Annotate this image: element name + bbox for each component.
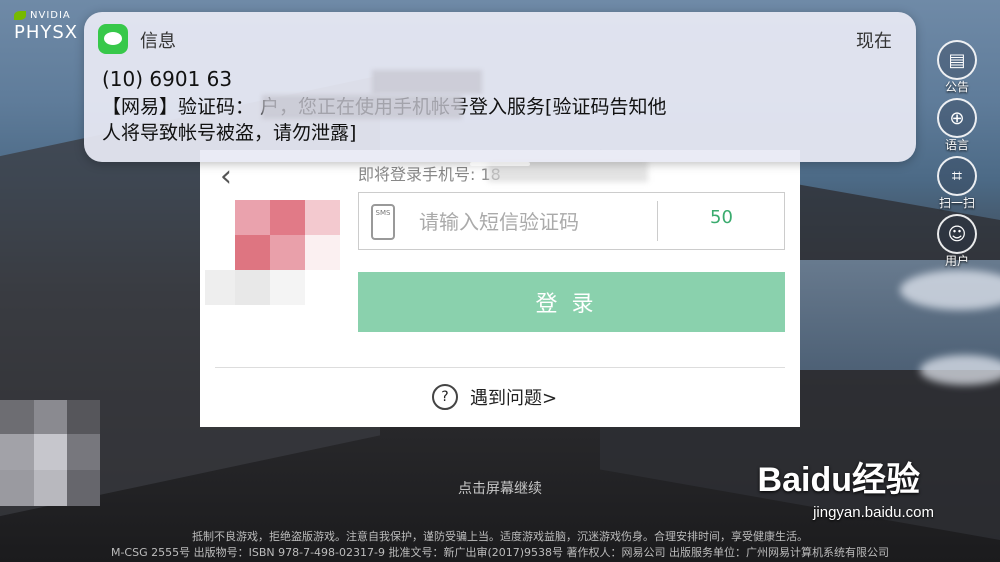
scan-icon: ⌗ xyxy=(937,156,977,196)
language-label: 语言 xyxy=(944,138,969,152)
language-button[interactable]: ⊕ 语言 xyxy=(934,98,980,153)
nvidia-physx-logo: NVIDIA PHYSX xyxy=(14,10,84,43)
back-chevron-icon[interactable]: ‹ xyxy=(220,162,232,192)
code-blur xyxy=(262,95,462,119)
baidu-watermark-url: jingyan.baidu.com xyxy=(813,504,934,521)
sms-icon-text: SMS xyxy=(375,209,391,217)
notice-button[interactable]: ▤ 公告 xyxy=(934,40,980,95)
sms-code-input[interactable] xyxy=(417,199,651,245)
nvidia-eye-icon xyxy=(14,11,26,20)
input-divider xyxy=(657,201,658,241)
sender-blur xyxy=(372,70,482,94)
sms-notification[interactable]: 信息 现在 (10) 6901 63 【网易】验证码： 户，您正在使用手机帐号登… xyxy=(84,12,916,166)
user-button[interactable]: ☺ 用户 xyxy=(934,214,980,269)
cloud xyxy=(920,355,1000,385)
globe-icon: ⊕ xyxy=(937,98,977,138)
user-icon: ☺ xyxy=(937,214,977,254)
resend-countdown[interactable]: 50 xyxy=(659,207,784,228)
scan-button[interactable]: ⌗ 扫一扫 xyxy=(934,156,980,211)
logo-product: PHYSX xyxy=(14,22,79,43)
scan-label: 扫一扫 xyxy=(938,196,975,210)
baidu-watermark-logo: Baidu经验 xyxy=(757,461,920,499)
divider xyxy=(215,367,785,368)
sms-phone-icon: SMS xyxy=(371,204,395,240)
login-dialog: ‹ 即将登录手机号: 18 SMS 50 登录 ? 遇到问题> xyxy=(200,150,800,427)
notification-sender: (10) 6901 63 xyxy=(102,67,233,91)
notification-body: 【网易】验证码： 户，您正在使用手机帐号登入服务[验证码告知他 人将导致帐号被盗… xyxy=(102,94,902,146)
notification-time: 现在 xyxy=(856,31,892,52)
notification-body-line1: 【网易】验证码： 户，您正在使用手机帐号登入服务[验证码告知他 xyxy=(102,96,667,118)
notification-app-name: 信息 xyxy=(140,31,176,52)
footer-license: M-CSG 2555号 出版物号：ISBN 978-7-498-02317-9 … xyxy=(110,546,890,559)
notice-icon: ▤ xyxy=(937,40,977,80)
blurred-avatar xyxy=(200,190,350,340)
code-input-box: SMS 50 xyxy=(358,192,785,250)
question-icon: ? xyxy=(432,384,458,410)
messages-app-icon xyxy=(98,24,128,54)
help-label: 遇到问题> xyxy=(470,388,558,409)
footer-notice: 抵制不良游戏，拒绝盗版游戏。注意自我保护，谨防受骗上当。适度游戏益脑，沉迷游戏伤… xyxy=(192,530,808,543)
user-label: 用户 xyxy=(944,254,969,268)
help-link[interactable]: ? 遇到问题> xyxy=(432,384,557,410)
login-button[interactable]: 登录 xyxy=(358,272,785,332)
blurred-region xyxy=(0,400,100,540)
notification-body-line2: 人将导致帐号被盗，请勿泄露] xyxy=(102,122,357,144)
notice-label: 公告 xyxy=(944,80,969,94)
notification-handle xyxy=(470,162,530,166)
logo-brand: NVIDIA xyxy=(30,10,71,21)
